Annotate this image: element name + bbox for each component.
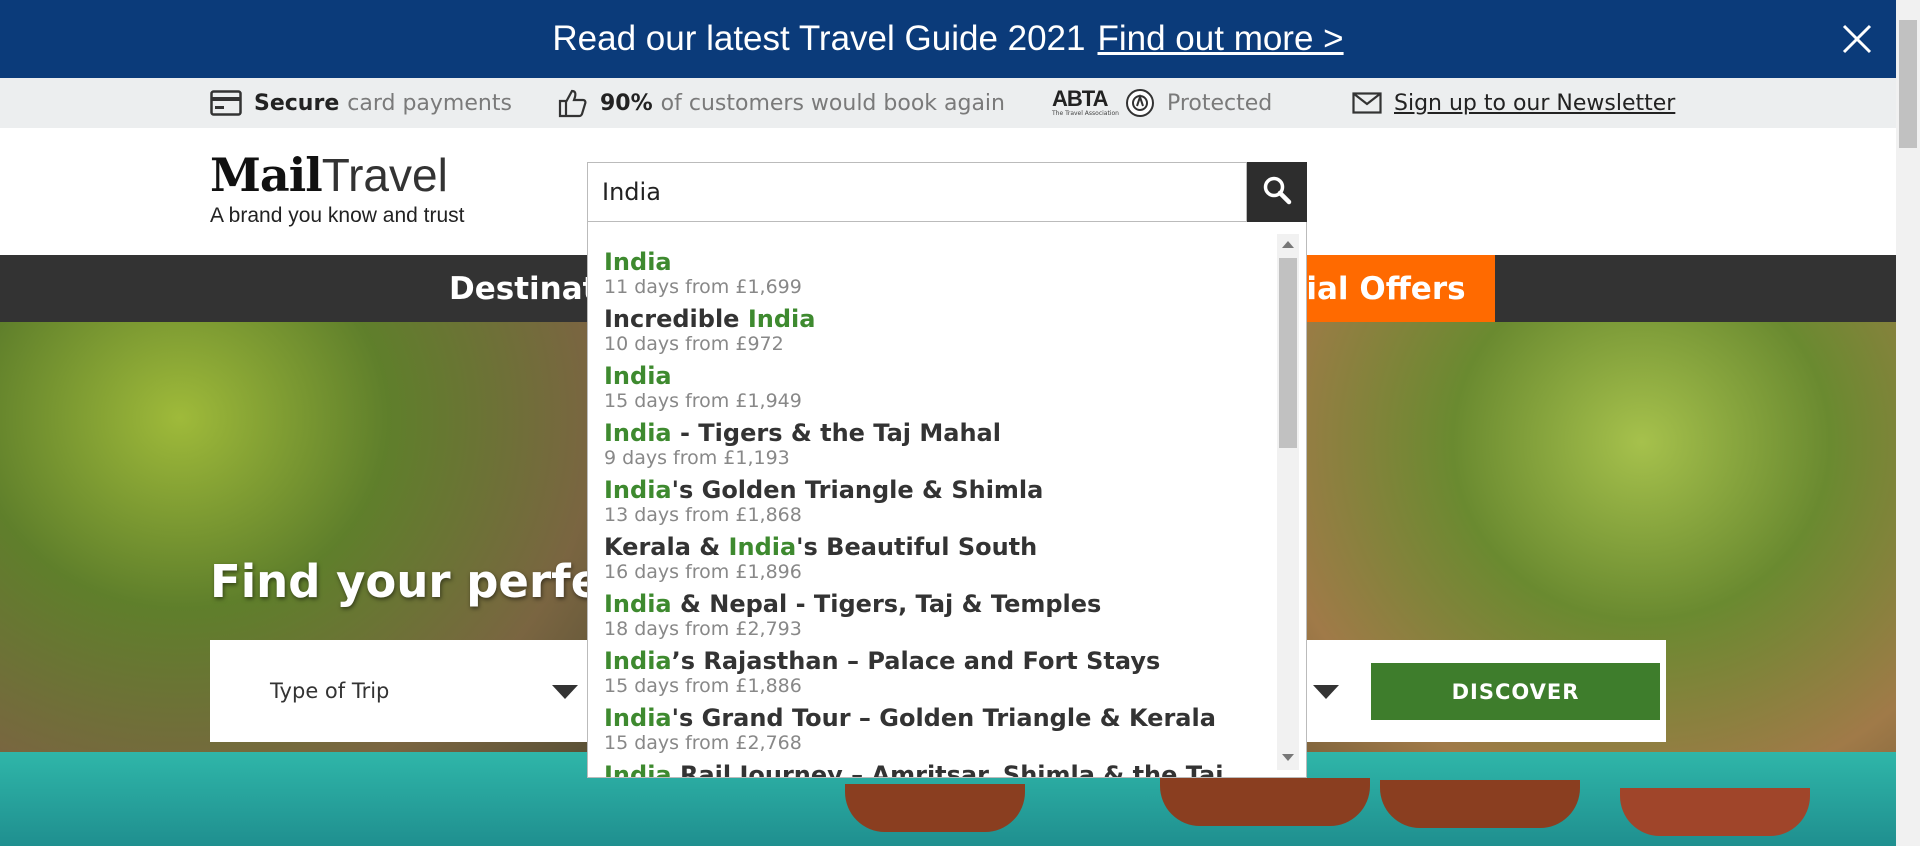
scroll-down-icon[interactable] (1282, 754, 1294, 761)
logo-travel: Travel (321, 149, 448, 201)
logo-tagline: A brand you know and trust (210, 204, 465, 227)
newsletter: Sign up to our Newsletter (1352, 78, 1675, 128)
suggestion-item[interactable]: Incredible India 10 days from £972 (604, 305, 1274, 355)
chevron-down-icon[interactable] (1313, 685, 1339, 699)
suggestion-meta: 15 days from £1,949 (604, 390, 802, 412)
rating-bold: 90% (600, 90, 653, 116)
suggestion-item[interactable]: India's Grand Tour – Golden Triangle & K… (604, 704, 1274, 754)
secure-payments: Secure card payments (210, 78, 512, 128)
suggestion-meta: 9 days from £1,193 (604, 447, 790, 469)
mail-icon (1352, 92, 1382, 114)
trust-bar: Secure card payments 90% of customers wo… (0, 78, 1896, 128)
rating-text: of customers would book again (660, 90, 1005, 116)
suggestions-scroll-thumb[interactable] (1279, 258, 1297, 448)
suggestion-item[interactable]: India's Golden Triangle & Shimla 13 days… (604, 476, 1274, 526)
thumbs-up-icon (558, 88, 588, 118)
banner-text: Read our latest Travel Guide 2021 (552, 19, 1086, 58)
secure-text: card payments (347, 90, 512, 116)
abta-logo: ABTA The Travel Association (1052, 86, 1119, 118)
suggestion-meta: 18 days from £2,793 (604, 618, 802, 640)
hero-boat (1620, 788, 1810, 836)
nav-destinations[interactable]: Destinat (449, 255, 597, 322)
abta-protected: ABTA The Travel Association Protected (1052, 78, 1272, 128)
suggestion-item[interactable]: India Rail Journey – Amritsar, Shimla & … (604, 761, 1274, 777)
discover-button[interactable]: DISCOVER (1371, 663, 1660, 720)
customer-rating: 90% of customers would book again (558, 78, 1005, 128)
secure-bold: Secure (254, 90, 340, 116)
suggestion-item[interactable]: India 15 days from £1,949 (604, 362, 1274, 412)
suggestion-item[interactable]: Kerala & India's Beautiful South 16 days… (604, 533, 1274, 583)
page-scroll-thumb[interactable] (1899, 20, 1917, 148)
suggestion-meta: 11 days from £1,699 (604, 276, 802, 298)
search-icon (1262, 175, 1292, 209)
hero-boat (1160, 778, 1370, 826)
promo-banner: Read our latest Travel Guide 2021 Find o… (0, 0, 1896, 78)
close-icon[interactable] (1840, 22, 1874, 56)
abta-seal-icon (1125, 88, 1155, 118)
type-of-trip-select[interactable]: Type of Trip (270, 640, 389, 742)
suggestion-item[interactable]: India’s Rajasthan – Palace and Fort Stay… (604, 647, 1274, 697)
hero-title: Find your perfect (210, 555, 650, 608)
search-suggestions-dropdown: India 11 days from £1,699 Incredible Ind… (587, 222, 1307, 778)
suggestion-meta: 16 days from £1,896 (604, 561, 802, 583)
hero-boat (1380, 780, 1580, 828)
search-input[interactable]: India (587, 162, 1247, 222)
suggestion-meta: 15 days from £1,886 (604, 675, 802, 697)
suggestion-meta: 15 days from £2,768 (604, 732, 802, 754)
logo-mail: Mail (210, 148, 323, 202)
search-button[interactable] (1247, 162, 1307, 222)
credit-card-icon (210, 90, 242, 116)
banner-find-out-more-link[interactable]: Find out more > (1098, 19, 1344, 59)
chevron-down-icon[interactable] (552, 685, 578, 699)
mail-travel-logo[interactable]: MailTravel A brand you know and trust (210, 148, 465, 228)
suggestion-item[interactable]: India 11 days from £1,699 (604, 248, 1274, 298)
suggestion-meta: 10 days from £972 (604, 333, 784, 355)
scroll-up-icon[interactable] (1282, 241, 1294, 248)
newsletter-signup-link[interactable]: Sign up to our Newsletter (1394, 91, 1675, 116)
suggestion-meta: 13 days from £1,868 (604, 504, 802, 526)
suggestion-item[interactable]: India & Nepal - Tigers, Taj & Temples 18… (604, 590, 1274, 640)
suggestion-item[interactable]: India - Tigers & the Taj Mahal 9 days fr… (604, 419, 1274, 469)
protected-text: Protected (1166, 90, 1273, 116)
hero-boat (845, 784, 1025, 832)
